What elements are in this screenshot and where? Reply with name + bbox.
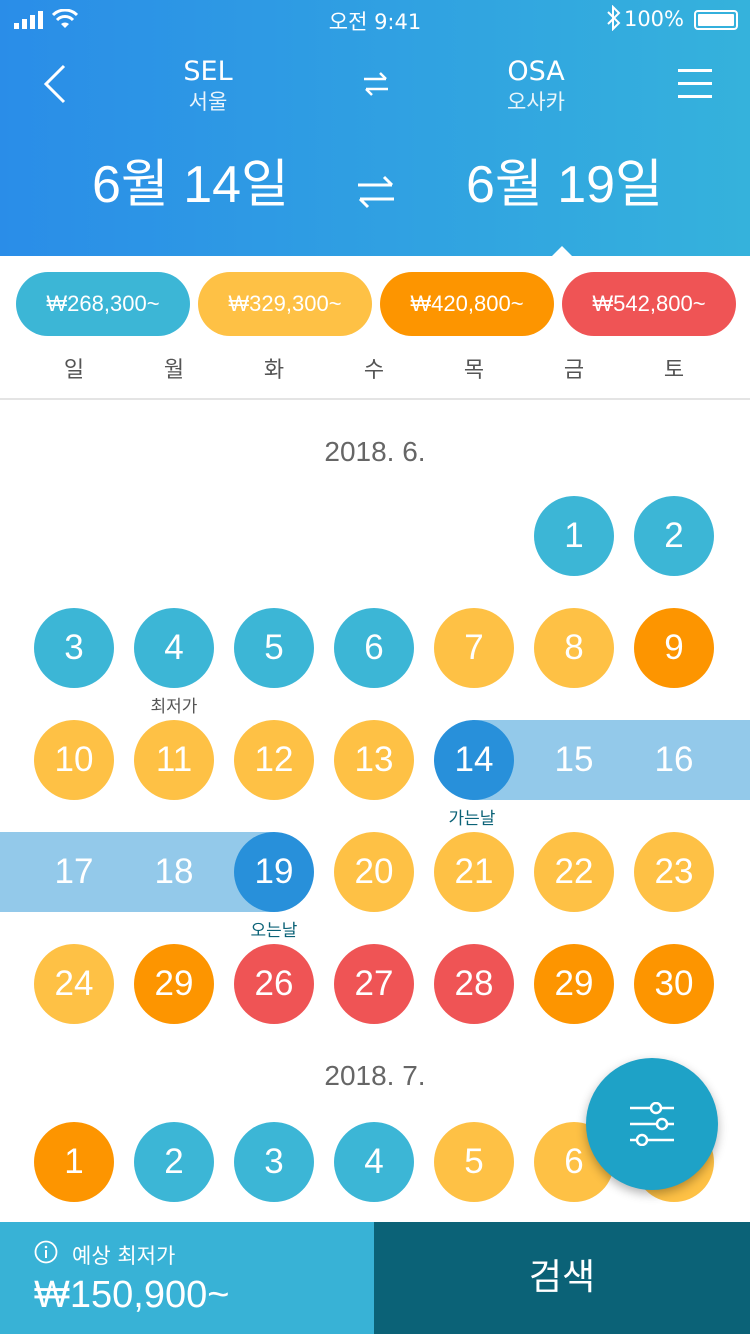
calendar-day[interactable]: 30: [634, 944, 714, 1024]
swap-dates-icon[interactable]: [356, 174, 396, 210]
calendar-day[interactable]: 4: [134, 608, 214, 688]
divider: [0, 398, 750, 400]
calendar-day[interactable]: 26: [234, 944, 314, 1024]
calendar-day[interactable]: 18: [134, 832, 214, 912]
weekday-thu: 목: [463, 358, 485, 383]
origin-code: SEL: [183, 56, 233, 87]
weekday-mon: 월: [163, 358, 185, 383]
calendar-day[interactable]: 17: [34, 832, 114, 912]
weekday-tue: 화: [263, 358, 285, 383]
calendar-day[interactable]: 12: [234, 720, 314, 800]
calendar-day[interactable]: 1: [534, 496, 614, 576]
calendar-day[interactable]: 22: [534, 832, 614, 912]
selection-notch: [552, 246, 572, 256]
month-title-june: 2018. 6.: [324, 436, 426, 467]
price-pill-high[interactable]: ₩542,800~: [562, 272, 736, 336]
calendar-day[interactable]: 13: [334, 720, 414, 800]
calendar-day[interactable]: 7: [434, 608, 514, 688]
destination-code: OSA: [507, 56, 565, 87]
depart-day-label: 가는날: [448, 809, 496, 829]
calendar-day[interactable]: 29: [534, 944, 614, 1024]
depart-date[interactable]: 6월 14일: [92, 150, 289, 220]
calendar-day[interactable]: 2: [134, 1122, 214, 1202]
calendar-day[interactable]: 1: [34, 1122, 114, 1202]
info-icon[interactable]: [34, 1240, 58, 1264]
calendar-day[interactable]: 24: [34, 944, 114, 1024]
price-pill-low[interactable]: ₩329,300~: [198, 272, 372, 336]
origin-city[interactable]: SEL 서울: [128, 56, 288, 116]
calendar-day[interactable]: 10: [34, 720, 114, 800]
price-pill-mid[interactable]: ₩420,800~: [380, 272, 554, 336]
weekday-fri: 금: [563, 358, 585, 383]
lowest-price-label: 최저가: [150, 697, 198, 717]
weekday-sat: 토: [663, 358, 685, 383]
destination-city[interactable]: OSA 오사카: [456, 56, 616, 116]
filter-sliders-icon: [630, 1102, 674, 1146]
origin-name: 서울: [188, 90, 228, 114]
calendar-day[interactable]: 3: [34, 608, 114, 688]
filter-button[interactable]: [586, 1058, 718, 1190]
bluetooth-icon: [607, 5, 621, 31]
calendar-day[interactable]: 21: [434, 832, 514, 912]
destination-name: 오사카: [507, 90, 565, 114]
price-legend: ₩268,300~ ₩329,300~ ₩420,800~ ₩542,800~: [0, 272, 750, 336]
calendar-day[interactable]: 23: [634, 832, 714, 912]
search-button[interactable]: 검색: [374, 1222, 750, 1334]
status-bar: 오전 9:41 100%: [0, 0, 750, 40]
calendar-day[interactable]: 29: [134, 944, 214, 1024]
header: 오전 9:41 100% SEL 서울 OSA 오사카 6월 14일 6월 19…: [0, 0, 750, 256]
calendar-day[interactable]: 4: [334, 1122, 414, 1202]
estimate-panel: 예상 최저가 ₩150,900~: [0, 1222, 374, 1334]
swap-cities-icon[interactable]: [362, 70, 390, 98]
menu-icon[interactable]: [678, 68, 712, 100]
calendar-day[interactable]: 11: [134, 720, 214, 800]
calendar-day[interactable]: 3: [234, 1122, 314, 1202]
calendar-day[interactable]: 5: [234, 608, 314, 688]
back-icon[interactable]: [42, 64, 70, 104]
calendar-day[interactable]: 8: [534, 608, 614, 688]
weekday-wed: 수: [363, 358, 385, 383]
return-day-label: 오는날: [250, 921, 298, 941]
calendar-day[interactable]: 20: [334, 832, 414, 912]
calendar-day[interactable]: 9: [634, 608, 714, 688]
calendar-day[interactable]: 15: [534, 720, 614, 800]
weekday-sun: 일: [63, 358, 85, 383]
battery-icon: [694, 10, 738, 30]
return-date[interactable]: 6월 19일: [466, 150, 663, 220]
estimate-label: 예상 최저가: [72, 1244, 176, 1268]
calendar-day[interactable]: 5: [434, 1122, 514, 1202]
calendar-day[interactable]: 16: [634, 720, 714, 800]
calendar-day[interactable]: 6: [334, 608, 414, 688]
calendar-day[interactable]: 28: [434, 944, 514, 1024]
calendar-day[interactable]: 2: [634, 496, 714, 576]
calendar-day[interactable]: 19: [234, 832, 314, 912]
calendar-day[interactable]: 27: [334, 944, 414, 1024]
battery-percent: 100%: [623, 7, 684, 31]
calendar-day[interactable]: 14: [434, 720, 514, 800]
estimate-price: ₩150,900~: [34, 1274, 230, 1316]
price-pill-lowest[interactable]: ₩268,300~: [16, 272, 190, 336]
